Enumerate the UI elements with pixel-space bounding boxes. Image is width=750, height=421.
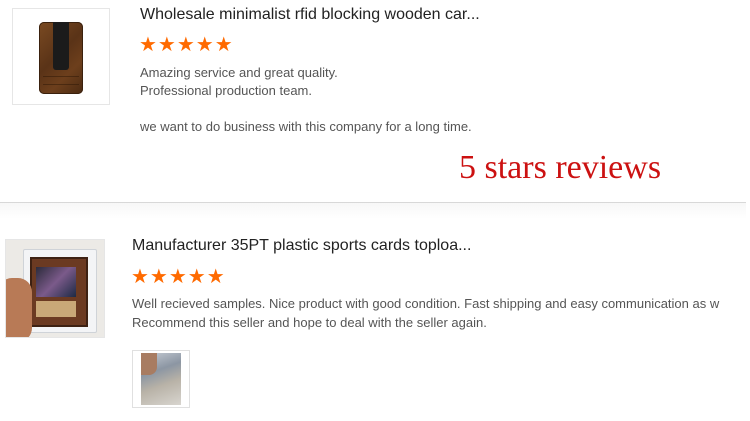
product-thumbnail[interactable]	[5, 239, 105, 338]
reviews-page: Wholesale minimalist rfid blocking woode…	[0, 0, 750, 421]
star-rating-icon: ★★★★★	[131, 266, 226, 288]
review-photo-thumbnail[interactable]	[132, 350, 190, 408]
review-text-line: we want to do business with this company…	[140, 119, 472, 134]
product-title-link[interactable]: Wholesale minimalist rfid blocking woode…	[140, 6, 480, 24]
hand-image	[6, 278, 32, 337]
hand-image	[141, 353, 157, 375]
overlay-caption: 5 stars reviews	[459, 149, 662, 186]
card-artwork	[36, 267, 76, 297]
wood-grain-line	[43, 76, 79, 77]
wood-grain-line	[43, 84, 79, 85]
review-text-line: Recommend this seller and hope to deal w…	[132, 315, 487, 330]
review-text-line: Well recieved samples. Nice product with…	[132, 296, 720, 311]
star-rating-icon: ★★★★★	[139, 34, 234, 56]
product-title-link[interactable]: Manufacturer 35PT plastic sports cards t…	[132, 237, 471, 255]
card-text-box	[36, 301, 76, 317]
wallet-clip	[53, 22, 69, 70]
review-text-line: Amazing service and great quality.	[140, 65, 338, 80]
wallet-product-image	[39, 22, 83, 94]
review-text-line: Professional production team.	[140, 83, 312, 98]
product-thumbnail[interactable]	[12, 8, 110, 105]
divider-shadow	[0, 203, 746, 219]
